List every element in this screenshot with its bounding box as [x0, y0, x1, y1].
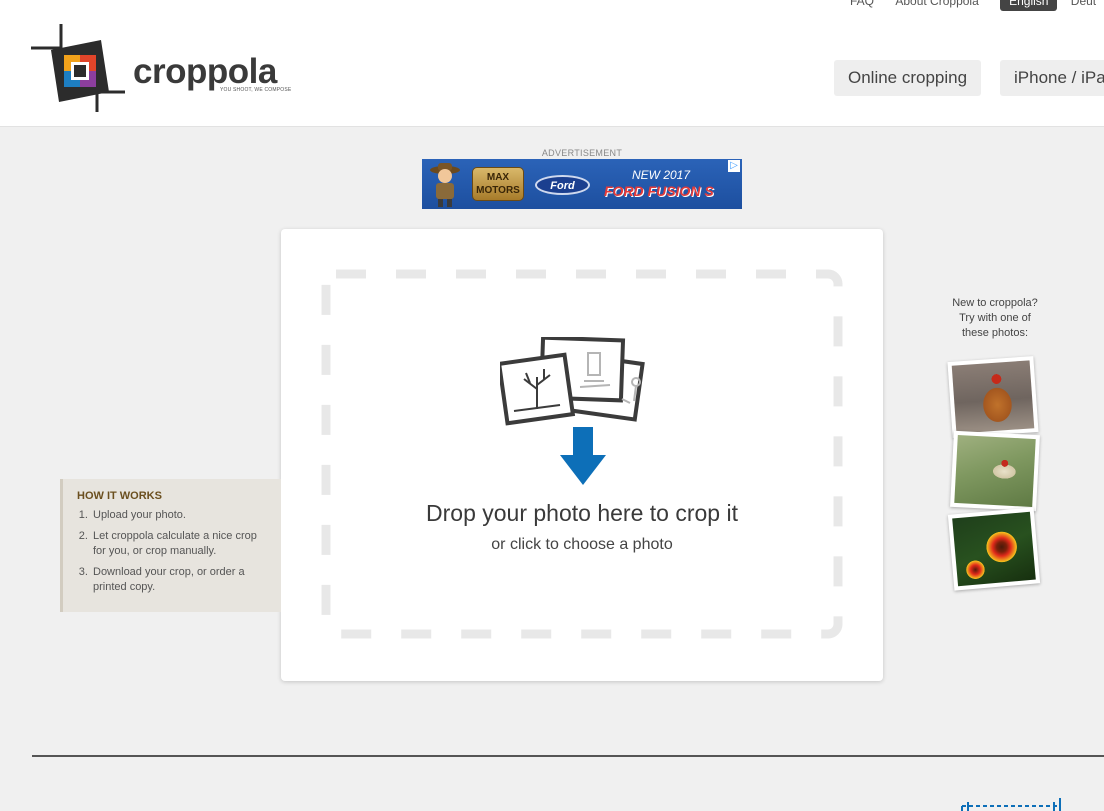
bird-photo: [954, 435, 1036, 507]
sample-photo-bird[interactable]: [950, 430, 1040, 512]
logo-wordmark[interactable]: croppola: [133, 52, 277, 92]
cowboy-mascot-icon: [430, 163, 460, 207]
how-it-works-steps: Upload your photo. Let croppola calculat…: [77, 508, 271, 595]
sample-intro-line: New to croppola?: [952, 297, 1038, 309]
logo-tagline: YOU SHOOT, WE COMPOSE: [220, 87, 292, 93]
language-english[interactable]: English: [1000, 0, 1058, 11]
sample-photo-rooster[interactable]: [947, 356, 1039, 438]
nav-online-cropping[interactable]: Online cropping: [834, 60, 982, 96]
footer-logo-icon: [961, 798, 1061, 811]
sample-photo-flowers[interactable]: [947, 507, 1041, 591]
choose-photo-link[interactable]: or click to choose a photo: [281, 536, 883, 554]
croppola-logo-icon[interactable]: [31, 22, 126, 114]
download-arrow-icon: [560, 427, 606, 485]
step-item: Let croppola calculate a nice crop for y…: [91, 529, 271, 559]
site-header: FAQ About Croppola English Deut croppola…: [0, 0, 1104, 127]
flowers-photo: [952, 511, 1036, 587]
top-links: FAQ About Croppola English Deut: [850, 0, 1104, 11]
about-link[interactable]: About Croppola: [895, 0, 978, 8]
step-item: Download your crop, or order a printed c…: [91, 565, 271, 595]
ad-banner[interactable]: MAX MOTORS Ford NEW 2017 FORD FUSION S ▷: [422, 159, 742, 209]
sample-photos-intro: New to croppola? Try with one of these p…: [935, 296, 1055, 341]
sample-intro-line: these photos:: [961, 327, 1029, 339]
footer-divider: [32, 755, 1104, 757]
step-item: Upload your photo.: [91, 508, 271, 523]
ad-headline: NEW 2017: [632, 168, 691, 182]
ad-ford-logo: Ford: [535, 175, 590, 195]
ad-label: ADVERTISEMENT: [541, 148, 623, 158]
faq-link[interactable]: FAQ: [850, 0, 874, 8]
ad-model-name: FORD FUSION S: [604, 183, 714, 199]
rooster-photo: [951, 360, 1035, 434]
nav-iphone-ipad[interactable]: iPhone / iPa: [1000, 60, 1104, 96]
sample-intro-line: Try with one of: [959, 312, 1031, 324]
photos-stack-icon: [500, 337, 645, 426]
photo-dropzone[interactable]: Drop your photo here to crop it or click…: [281, 229, 883, 681]
dropzone-title: Drop your photo here to crop it: [426, 500, 738, 526]
how-it-works-title: HOW IT WORKS: [77, 490, 162, 502]
language-deutsch[interactable]: Deut: [1071, 0, 1096, 8]
ad-choices-icon[interactable]: ▷: [728, 160, 740, 172]
how-it-works-panel: HOW IT WORKS Upload your photo. Let crop…: [60, 479, 281, 612]
ad-dealer-badge: MAX MOTORS: [472, 167, 524, 201]
